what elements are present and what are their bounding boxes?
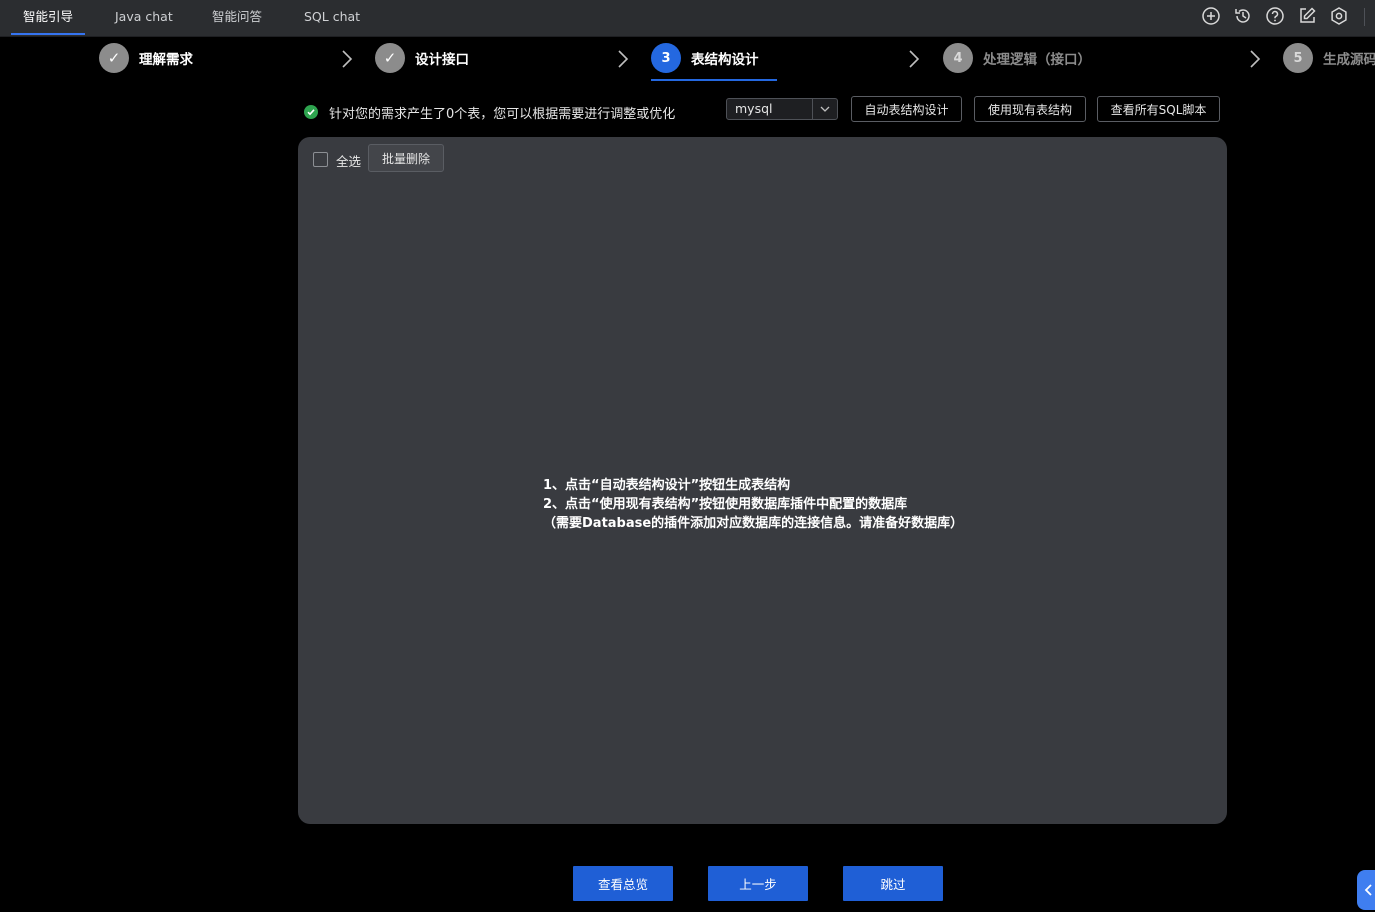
database-type-select[interactable]: mysql bbox=[726, 98, 838, 120]
view-overview-button[interactable]: 查看总览 bbox=[573, 866, 673, 901]
step-label: 理解需求 bbox=[139, 52, 193, 68]
use-existing-structure-button[interactable]: 使用现有表结构 bbox=[974, 96, 1086, 122]
step-table-structure-design[interactable]: 3 表结构设计 bbox=[651, 42, 759, 74]
top-tab-bar: 智能引导 Java chat 智能问答 SQL chat bbox=[0, 0, 1375, 37]
chevron-down-icon bbox=[812, 99, 837, 119]
step-number: 4 bbox=[943, 43, 973, 73]
step-design-interface[interactable]: ✓ 设计接口 bbox=[375, 42, 469, 74]
chevron-right-icon bbox=[341, 49, 353, 69]
view-all-sql-button[interactable]: 查看所有SQL脚本 bbox=[1097, 96, 1220, 122]
active-step-indicator bbox=[651, 79, 777, 81]
add-circle-icon[interactable] bbox=[1201, 6, 1221, 26]
step-number: 3 bbox=[651, 43, 681, 73]
chevron-left-icon bbox=[1364, 884, 1372, 896]
check-icon: ✓ bbox=[375, 43, 405, 73]
status-message: 针对您的需求产生了0个表，您可以根据需要进行调整或优化 bbox=[329, 107, 676, 122]
success-check-icon bbox=[304, 105, 318, 119]
edit-icon[interactable] bbox=[1297, 6, 1317, 26]
previous-step-button[interactable]: 上一步 bbox=[708, 866, 808, 901]
select-all-label[interactable]: 全选 bbox=[336, 151, 361, 170]
table-design-panel: 全选 批量删除 1、点击“自动表结构设计”按钮生成表结构 2、点击“使用现有表结… bbox=[298, 137, 1227, 824]
step-number: 5 bbox=[1283, 43, 1313, 73]
toolbar-divider bbox=[1364, 8, 1365, 26]
batch-delete-button[interactable]: 批量删除 bbox=[368, 144, 444, 172]
hint-line-3: （需要Database的插件添加对应数据库的连接信息。请准备好数据库） bbox=[543, 516, 964, 531]
step-label: 处理逻辑（接口） bbox=[983, 52, 1091, 68]
help-icon[interactable] bbox=[1265, 6, 1285, 26]
chevron-right-icon bbox=[617, 49, 629, 69]
chevron-right-icon bbox=[908, 49, 920, 69]
step-understand-requirements[interactable]: ✓ 理解需求 bbox=[99, 42, 193, 74]
auto-design-button[interactable]: 自动表结构设计 bbox=[851, 96, 962, 122]
database-type-value: mysql bbox=[735, 101, 773, 116]
tab-java-chat[interactable]: Java chat bbox=[115, 0, 173, 34]
step-label: 表结构设计 bbox=[691, 52, 759, 68]
chevron-right-icon bbox=[1249, 49, 1261, 69]
settings-icon[interactable] bbox=[1329, 6, 1349, 26]
hint-line-1: 1、点击“自动表结构设计”按钮生成表结构 bbox=[543, 478, 791, 493]
select-all-checkbox[interactable] bbox=[313, 152, 328, 167]
step-label: 生成源码 bbox=[1323, 52, 1375, 68]
history-icon[interactable] bbox=[1233, 6, 1253, 26]
side-panel-toggle[interactable] bbox=[1357, 870, 1375, 910]
tab-smart-guide[interactable]: 智能引导 bbox=[10, 0, 86, 35]
empty-state-hint: 1、点击“自动表结构设计”按钮生成表结构 2、点击“使用现有表结构”按钮使用数据… bbox=[543, 476, 963, 533]
hint-line-2: 2、点击“使用现有表结构”按钮使用数据库插件中配置的数据库 bbox=[543, 497, 908, 512]
step-label: 设计接口 bbox=[415, 52, 469, 68]
tab-smart-qa[interactable]: 智能问答 bbox=[212, 0, 262, 34]
step-generate-source[interactable]: 5 生成源码 bbox=[1283, 42, 1375, 74]
skip-button[interactable]: 跳过 bbox=[843, 866, 943, 901]
tab-sql-chat[interactable]: SQL chat bbox=[304, 0, 360, 34]
check-icon: ✓ bbox=[99, 43, 129, 73]
step-processing-logic[interactable]: 4 处理逻辑（接口） bbox=[943, 42, 1091, 74]
